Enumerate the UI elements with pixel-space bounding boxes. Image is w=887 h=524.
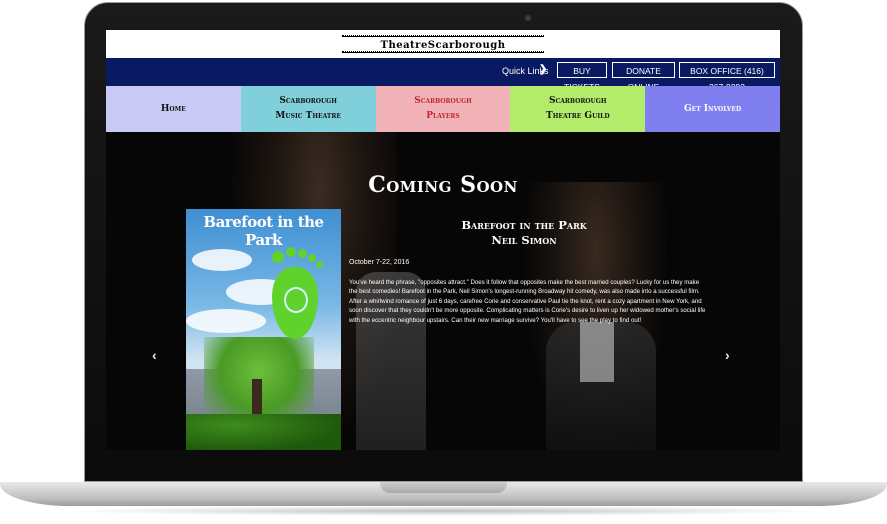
nav-label-line1: Scarborough — [549, 96, 607, 106]
coming-soon-heading: Coming Soon — [368, 172, 518, 198]
site-header: TheatreScarborough — [106, 30, 780, 58]
nav-get-involved-label: Get Involved — [683, 103, 742, 114]
nav-label-line2: Players — [426, 111, 460, 121]
footprint-toe — [308, 254, 316, 262]
footprint-toe — [298, 249, 307, 258]
quick-links-bar: Quick Links ❯ BUY TICKETS DONATE ONLINE … — [106, 58, 780, 92]
carousel-prev-icon[interactable]: ‹ — [152, 347, 157, 363]
poster-cloud — [186, 309, 266, 333]
nav-get-involved[interactable]: Get Involved — [645, 86, 780, 132]
poster-title: Barefoot in the Park — [203, 213, 324, 249]
nav-scarborough-music-theatre[interactable]: Scarborough Music Theatre — [240, 86, 376, 132]
poster-cloud — [192, 249, 252, 271]
show-dates: October 7-22, 2016 — [349, 259, 410, 266]
laptop-notch — [380, 482, 507, 493]
laptop-shadow — [60, 506, 827, 516]
footprint-toe — [272, 251, 284, 263]
logo-text: TheatreScarborough — [380, 40, 506, 51]
nav-home-label: Home — [160, 103, 186, 114]
buy-tickets-button[interactable]: BUY TICKETS — [557, 62, 607, 92]
poster-hedge — [186, 414, 341, 450]
main-nav: Home Scarborough Music Theatre Scarborou… — [106, 86, 780, 132]
nav-label-line2: Music Theatre — [275, 111, 341, 121]
footprint-toe — [316, 261, 323, 268]
nav-home[interactable]: Home — [106, 86, 241, 132]
heart-icon — [284, 287, 308, 313]
camera-icon — [525, 15, 531, 21]
logo-rule-bottom — [342, 51, 544, 53]
show-title: Barefoot in the Park Neil Simon — [349, 218, 699, 248]
nav-label-line1: Scarborough — [414, 96, 472, 106]
logo-rule-top — [342, 35, 544, 37]
chevron-right-icon: ❯ — [539, 64, 548, 75]
nav-scarborough-theatre-guild[interactable]: Scarborough Theatre Guild — [510, 86, 646, 132]
show-poster[interactable]: Barefoot in the Park — [186, 209, 341, 450]
carousel-next-icon[interactable]: › — [725, 347, 730, 363]
nav-scarborough-players[interactable]: Scarborough Players — [375, 86, 511, 132]
donate-online-button[interactable]: DONATE ONLINE — [612, 62, 675, 92]
nav-label-line1: Scarborough — [279, 96, 337, 106]
site-logo[interactable]: TheatreScarborough — [342, 34, 544, 54]
hero-carousel: Coming Soon Barefoot in the Park Barefoo… — [106, 132, 780, 450]
show-description: You've heard the phrase, "opposites attr… — [349, 279, 706, 324]
browser-viewport: TheatreScarborough Quick Links ❯ BUY TIC… — [106, 30, 780, 450]
box-office-button[interactable]: BOX OFFICE (416) 267-9292 — [679, 62, 775, 92]
show-author: Neil Simon — [491, 233, 557, 247]
show-title-name: Barefoot in the Park — [461, 218, 587, 232]
nav-label-line2: Theatre Guild — [546, 111, 610, 121]
hero-background-shirt — [580, 322, 614, 382]
